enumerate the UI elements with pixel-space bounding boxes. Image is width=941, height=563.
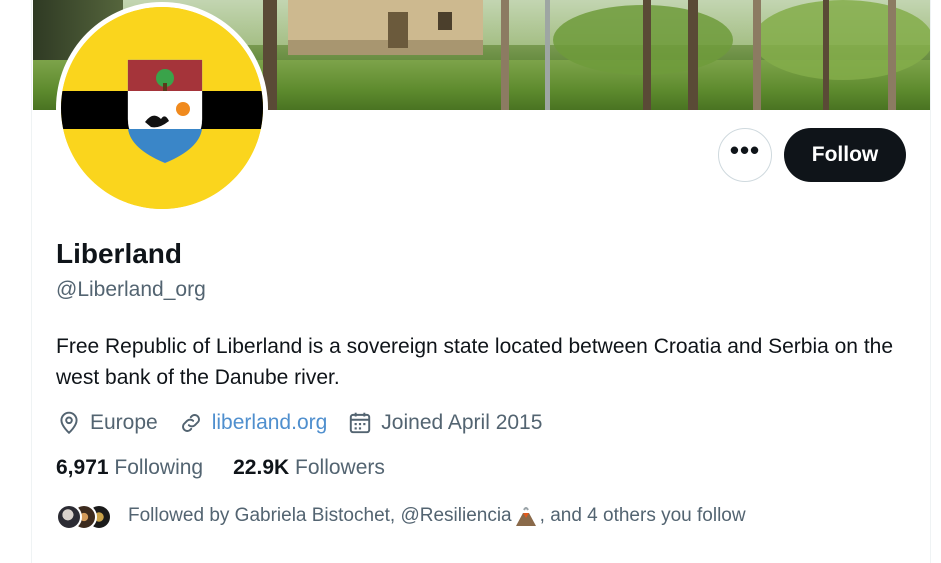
profile-handle: @Liberland_org <box>56 278 206 301</box>
calendar-icon <box>347 410 373 436</box>
banner-foliage <box>753 0 930 80</box>
link-icon <box>178 410 204 436</box>
profile-bio: Free Republic of Liberland is a sovereig… <box>56 335 894 389</box>
avatar-image <box>61 7 263 209</box>
followed-by[interactable]: Followed by Gabriela Bistochet, @Resilie… <box>56 502 746 530</box>
joined-item: Joined April 2015 <box>347 410 542 436</box>
banner-tree <box>501 0 509 110</box>
following-label: Following <box>114 456 204 479</box>
liberland-flag-icon <box>61 7 263 209</box>
profile-stats: 6,971 Following 22.9K Followers <box>56 456 415 480</box>
banner-pole <box>545 0 550 110</box>
banner-tree <box>753 0 761 110</box>
location-text: Europe <box>90 411 158 434</box>
follower-avatars <box>56 502 112 530</box>
followers-count: 22.9K <box>233 456 290 479</box>
followed-by-suffix: , and 4 others you follow <box>539 505 746 526</box>
banner-house-shade <box>288 40 483 55</box>
banner-door <box>388 12 408 48</box>
banner-tree <box>643 0 651 110</box>
banner-tree <box>688 0 698 110</box>
banner-window <box>438 12 452 30</box>
volcano-emoji-icon <box>514 504 538 528</box>
follow-button[interactable]: Follow <box>784 128 906 182</box>
avatar <box>56 504 82 530</box>
followed-by-prefix: Followed by Gabriela Bistochet, @Resilie… <box>128 505 512 526</box>
profile-name: Liberland <box>56 238 183 269</box>
following-count: 6,971 <box>56 456 109 479</box>
followers-link[interactable]: 22.9K Followers <box>233 456 385 480</box>
avatar[interactable] <box>56 2 268 214</box>
followers-label: Followers <box>295 456 385 479</box>
location-item: Europe <box>56 410 158 436</box>
following-link[interactable]: 6,971 Following <box>56 456 203 480</box>
banner-tree <box>888 0 896 110</box>
banner-tree <box>823 0 829 110</box>
website-item[interactable]: liberland.org <box>178 410 328 436</box>
website-link[interactable]: liberland.org <box>212 411 328 435</box>
profile-meta: Europe liberland.org Joined April 2015 <box>56 408 562 438</box>
more-options-button[interactable]: ••• <box>718 128 772 182</box>
more-dots-icon: ••• <box>729 135 761 165</box>
location-pin-icon <box>56 410 82 436</box>
joined-text: Joined April 2015 <box>381 411 543 434</box>
